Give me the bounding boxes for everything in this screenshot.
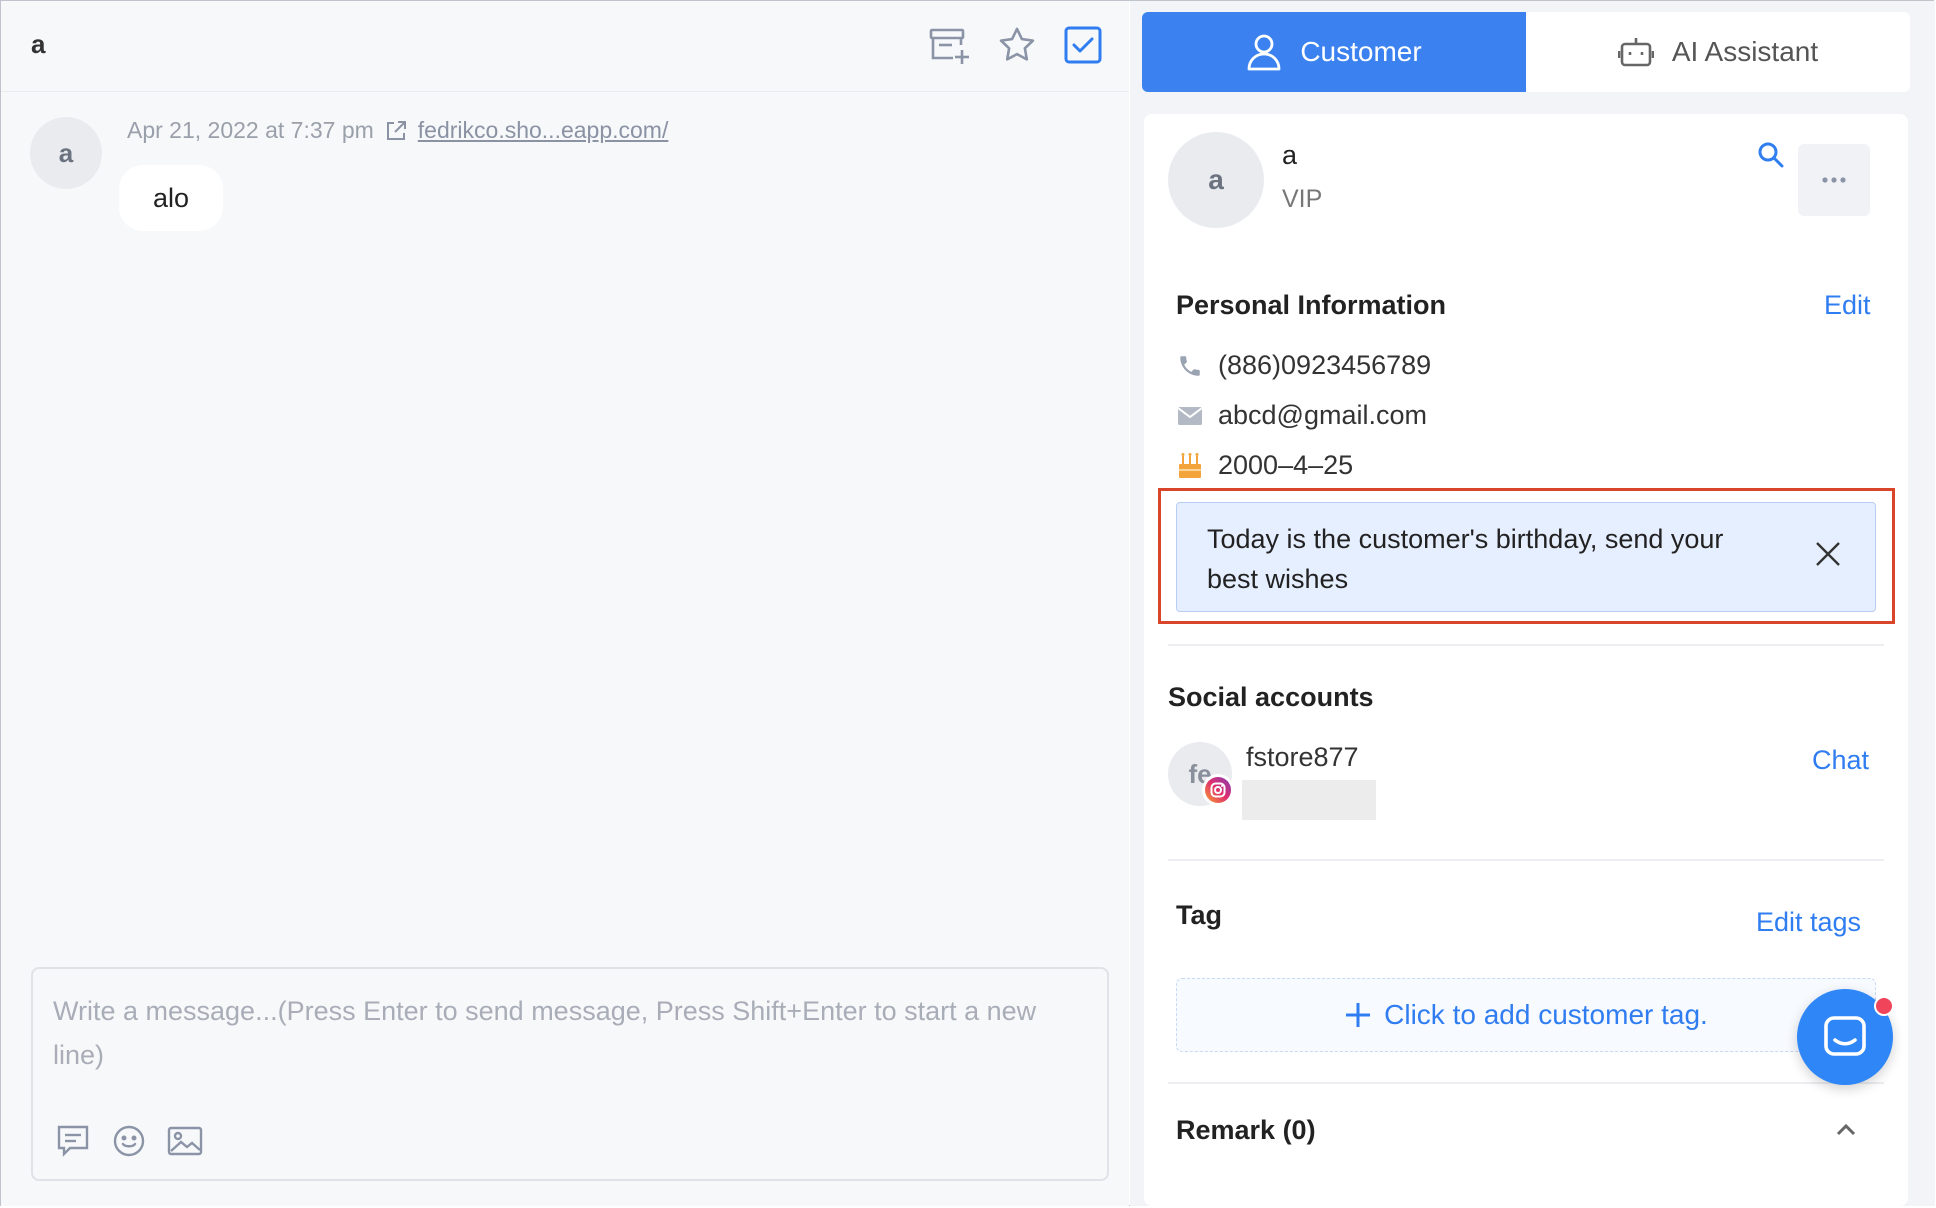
phone-row: (886)0923456789 (1176, 350, 1431, 381)
plus-icon (1344, 1001, 1372, 1029)
chat-header: a (1, 1, 1129, 92)
chat-bubble-icon (1821, 1013, 1869, 1061)
tab-ai-assistant-label: AI Assistant (1671, 36, 1819, 67)
customer-card: a a VIP Personal Information Edit (886)0… (1144, 114, 1908, 1206)
tab-customer-label: Customer (1300, 36, 1422, 67)
edit-personal-info-link[interactable]: Edit (1824, 290, 1871, 321)
image-icon[interactable] (165, 1121, 205, 1161)
birthday-row: 2000–4–25 (1176, 450, 1353, 481)
notification-dot (1874, 996, 1894, 1016)
close-icon[interactable] (1813, 539, 1845, 571)
email-row: abcd@gmail.com (1176, 400, 1427, 431)
message-bubble: alo (119, 165, 224, 231)
divider (1168, 1082, 1884, 1084)
tag-title: Tag (1176, 900, 1222, 930)
star-icon[interactable] (993, 21, 1041, 69)
external-link-icon (384, 119, 408, 143)
social-accounts-title: Social accounts (1168, 682, 1374, 712)
add-tag-label: Click to add customer tag. (1384, 999, 1708, 1030)
person-icon (1246, 33, 1282, 71)
more-options-button[interactable] (1798, 144, 1870, 216)
more-icon (1821, 176, 1847, 184)
phone-icon (1176, 352, 1204, 380)
tab-customer[interactable]: Customer (1142, 12, 1526, 92)
message-sender-avatar: a (30, 117, 102, 189)
conversation-title: a (31, 29, 46, 59)
checkbox-icon[interactable] (1059, 21, 1107, 69)
divider (1168, 859, 1884, 861)
add-to-list-icon[interactable] (926, 21, 974, 69)
message-timestamp: Apr 21, 2022 at 7:37 pm (127, 117, 374, 143)
message-composer (31, 967, 1109, 1181)
message-input[interactable] (53, 989, 1083, 1109)
birthday-notice-text: Today is the customer's birthday, send y… (1207, 524, 1724, 594)
robot-icon (1617, 35, 1654, 69)
phone-number: (886)0923456789 (1218, 350, 1432, 380)
message-meta: Apr 21, 2022 at 7:37 pm fedrikco.sho...e… (127, 117, 668, 144)
email-address: abcd@gmail.com (1218, 400, 1427, 430)
emoji-icon[interactable] (109, 1121, 149, 1161)
instagram-icon (1202, 774, 1234, 806)
personal-info-title: Personal Information (1176, 290, 1447, 320)
social-account-subtitle-placeholder (1242, 780, 1376, 820)
chat-link[interactable]: Chat (1812, 745, 1869, 776)
search-customer-icon[interactable] (1756, 140, 1790, 174)
tab-ai-assistant[interactable]: AI Assistant (1526, 12, 1910, 92)
divider (1168, 644, 1884, 646)
edit-tags-link[interactable]: Edit tags (1756, 907, 1861, 938)
remark-title: Remark (0) (1176, 1115, 1316, 1145)
social-account-name: fstore877 (1246, 742, 1359, 772)
chevron-up-icon[interactable] (1832, 1116, 1864, 1148)
add-tag-button[interactable]: Click to add customer tag. (1176, 978, 1876, 1052)
message-source-link[interactable]: fedrikco.sho...eapp.com/ (418, 117, 669, 144)
customer-level: VIP (1282, 185, 1323, 213)
customer-avatar: a (1168, 132, 1264, 228)
customer-name: a (1282, 140, 1298, 170)
mail-icon (1176, 402, 1204, 430)
birthday-cake-icon (1176, 452, 1204, 480)
quick-reply-icon[interactable] (53, 1121, 93, 1161)
birthday-date: 2000–4–25 (1218, 450, 1354, 480)
birthday-notice: Today is the customer's birthday, send y… (1176, 502, 1876, 612)
chat-pane: a a Apr 21, 2022 at 7:37 pm fedrikco.sho… (1, 1, 1129, 1206)
